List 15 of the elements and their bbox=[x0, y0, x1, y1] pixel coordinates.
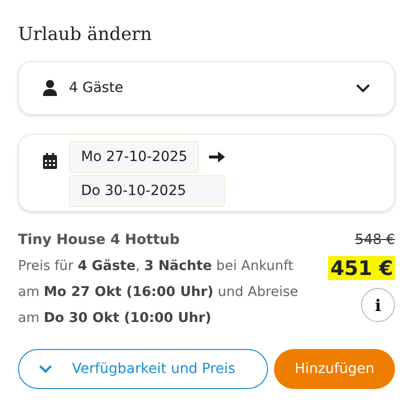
guest-select[interactable]: 4 Gäste bbox=[18, 61, 395, 115]
offer-name: Tiny House 4 Hottub bbox=[18, 232, 181, 248]
departure-date-field[interactable]: Do 30-10-2025 bbox=[69, 175, 226, 207]
price: 451 € bbox=[328, 256, 395, 280]
arrival-date-field[interactable]: Mo 27-10-2025 bbox=[69, 141, 200, 173]
info-button[interactable]: i bbox=[361, 288, 395, 322]
availability-button[interactable]: Verfügbarkeit und Preis bbox=[18, 349, 268, 389]
dialog-title: Urlaub ändern bbox=[18, 24, 153, 45]
offer-description: Preis für 4 Gäste, 3 Nächte bei Ankunft am Mo 27 Okt (16:00 Uhr) und Abreise am Do 30 Okt (10:00 Uhr) bbox=[18, 257, 300, 328]
arrow-right-icon bbox=[209, 151, 226, 163]
chevron-down-icon bbox=[39, 365, 52, 373]
chevron-down-icon bbox=[356, 84, 370, 92]
person-icon bbox=[43, 80, 57, 96]
old-price: 548 € bbox=[354, 232, 395, 248]
calendar-icon bbox=[43, 153, 57, 169]
